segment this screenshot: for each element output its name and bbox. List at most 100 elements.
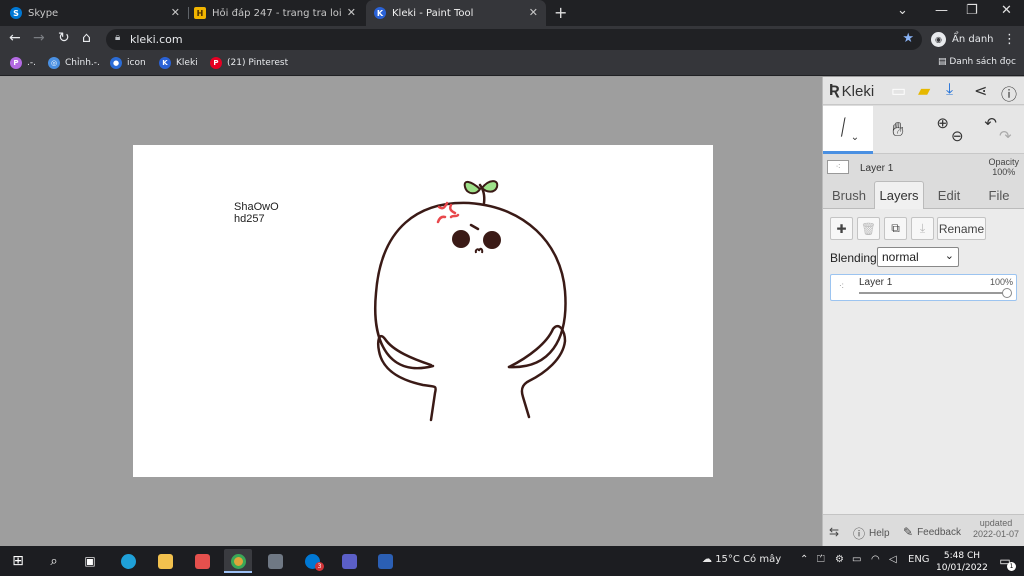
notification-count: 1 [1007,562,1016,571]
taskbar-edge[interactable] [114,549,142,573]
new-image-icon[interactable]: ▭ [891,81,906,101]
share-icon[interactable]: ⋖ [974,81,987,101]
bookmark-star-icon[interactable]: ★ [902,31,914,46]
tray-chevron-icon[interactable]: ⌃ [800,554,808,565]
kleki-logo[interactable]: Ʀ Kleki [829,82,874,100]
drawing-canvas[interactable]: ShaOwO hd257 [133,145,713,477]
tray-settings-icon[interactable]: ⚙ [835,554,844,565]
download-icon[interactable]: ⤓ [946,81,953,99]
tray-battery-icon[interactable]: ▭ [852,554,861,565]
blending-mode-value: normal [882,250,919,264]
merge-down-button[interactable]: ⤓ [911,217,934,240]
new-tab-button[interactable]: + [554,3,567,22]
blending-mode-select[interactable]: normal ⌄ [877,247,959,267]
layer-opacity-handle[interactable] [1002,288,1012,298]
taskbar-skype[interactable]: 3 [298,549,326,573]
search-button[interactable]: ⌕ [40,549,68,573]
tray-network-icon[interactable]: ⏍ [817,554,825,565]
kleki-side-panel: Ʀ Kleki ▭ ▰ ⤓ ⋖ ⓘ ⟋ ⌄ ✋︎ ⊕ ⊖ ↶ ↷ ·: Laye… [822,77,1024,546]
kleki-logo-icon: Ʀ [829,82,840,99]
redo-icon[interactable]: ↷ [999,127,1012,145]
cloud-icon: ☁ [702,554,716,565]
reload-icon[interactable]: ↻ [58,30,70,46]
start-button[interactable]: ⊞ [4,549,32,573]
system-clock[interactable]: 5:48 CH 10/01/2022 [936,550,988,574]
open-folder-icon[interactable]: ▰ [918,81,930,101]
camera-icon [267,553,283,569]
bookmark-label: .-. [27,58,36,68]
bookmark-item[interactable]: P .-. [10,57,36,69]
help-icon[interactable]: ⓘ [1001,81,1017,105]
help-button[interactable]: ⓘ Help [853,525,890,542]
brush-tool-button[interactable]: ⟋ ⌄ [823,106,873,154]
tab-skype[interactable]: S Skype ✕ [10,0,188,26]
window-close-button[interactable]: ✕ [1001,3,1012,18]
tab-title: Skype [28,7,59,19]
tray-speaker-icon[interactable]: ◁ [889,554,897,565]
reading-list-button[interactable]: ▤ Danh sách đọc [938,57,1016,67]
rename-layer-button[interactable]: Rename [937,217,986,240]
duplicate-layer-button[interactable]: ⧉ [884,217,907,240]
taskbar-chrome[interactable] [224,549,252,573]
undo-icon[interactable]: ↶ [984,114,997,132]
taskbar-teams[interactable] [335,549,363,573]
bookmark-label: Chỉnh.-. [65,58,100,68]
taskbar-store[interactable] [188,549,216,573]
update-info[interactable]: updated 2022-01-07 [973,518,1019,540]
taskbar-explorer[interactable] [151,549,179,573]
tab-file[interactable]: File [974,181,1024,209]
zoom-out-icon[interactable]: ⊖ [951,127,964,145]
bookmark-item[interactable]: K Kleki [159,57,198,69]
close-icon[interactable]: ✕ [171,6,180,19]
swap-sides-button[interactable]: ⇆ [829,525,843,539]
clock-date: 10/01/2022 [936,563,988,573]
close-icon[interactable]: ✕ [347,6,356,19]
current-layer-name: Layer 1 [860,163,894,174]
chrome-icon [230,553,246,569]
layer-opacity-slider[interactable] [859,292,1007,294]
tray-wifi-icon[interactable]: ◠ [871,554,880,565]
tab-layers[interactable]: Layers [874,181,924,209]
layers-panel: ✚ 🗑︎ ⧉ ⤓ Rename Blending normal ⌄ ·: Lay… [823,209,1024,514]
tab-kleki[interactable]: K Kleki - Paint Tool ✕ [366,0,546,26]
folder-icon [157,553,173,569]
sprout-character-drawing [374,180,567,422]
delete-layer-button[interactable]: 🗑︎ [857,217,880,240]
kleki-header: Ʀ Kleki ▭ ▰ ⤓ ⋖ ⓘ [823,77,1024,105]
notification-badge: 3 [315,562,324,571]
tab-edit[interactable]: Edit [925,181,973,209]
hoidap-icon: H [194,7,206,19]
tab-search-icon[interactable]: ⌄ [897,3,908,18]
task-view-button[interactable]: ▣ [76,549,104,573]
incognito-icon: ◉ [931,31,946,47]
browser-menu-icon[interactable]: ⋮ [1003,32,1016,47]
canvas-stage[interactable]: ShaOwO hd257 [0,77,822,546]
bookmark-item[interactable]: ● icon [110,57,146,69]
question-icon: ⓘ [853,527,866,541]
language-indicator[interactable]: ENG [908,554,930,565]
back-icon[interactable]: ← [9,30,21,46]
zoom-in-icon[interactable]: ⊕ [936,114,949,132]
plus-icon: ✚ [836,221,847,236]
taskbar-camera[interactable] [261,549,289,573]
close-icon[interactable]: ✕ [529,6,538,19]
restore-button[interactable]: ❐ [966,3,978,18]
tab-hoidap[interactable]: H Hỏi đáp 247 - trang tra loi ✕ [194,0,364,26]
feedback-button[interactable]: ✎ Feedback [903,525,961,539]
minimize-button[interactable]: — [935,3,948,18]
forward-icon[interactable]: → [33,30,45,46]
bookmark-item[interactable]: P (21) Pinterest [210,57,288,69]
bookmark-item[interactable]: ◎ Chỉnh.-. [48,57,100,69]
layer-list-item[interactable]: ·: Layer 1 100% [830,274,1017,301]
teams-icon [341,553,357,569]
weather-text: 15°C Có mây [715,554,782,565]
address-bar[interactable]: 🔒︎ kleki.com ★ [106,29,922,50]
hand-tool-button[interactable]: ✋︎ [873,106,923,154]
taskbar-word[interactable] [371,549,399,573]
tab-brush[interactable]: Brush [825,181,873,209]
skype-icon: S [10,7,22,19]
weather-widget[interactable]: ☁ 15°C Có mây [702,554,781,565]
notification-center-button[interactable]: ▭ 1 [992,549,1018,573]
home-icon[interactable]: ⌂ [82,30,91,46]
add-layer-button[interactable]: ✚ [830,217,853,240]
